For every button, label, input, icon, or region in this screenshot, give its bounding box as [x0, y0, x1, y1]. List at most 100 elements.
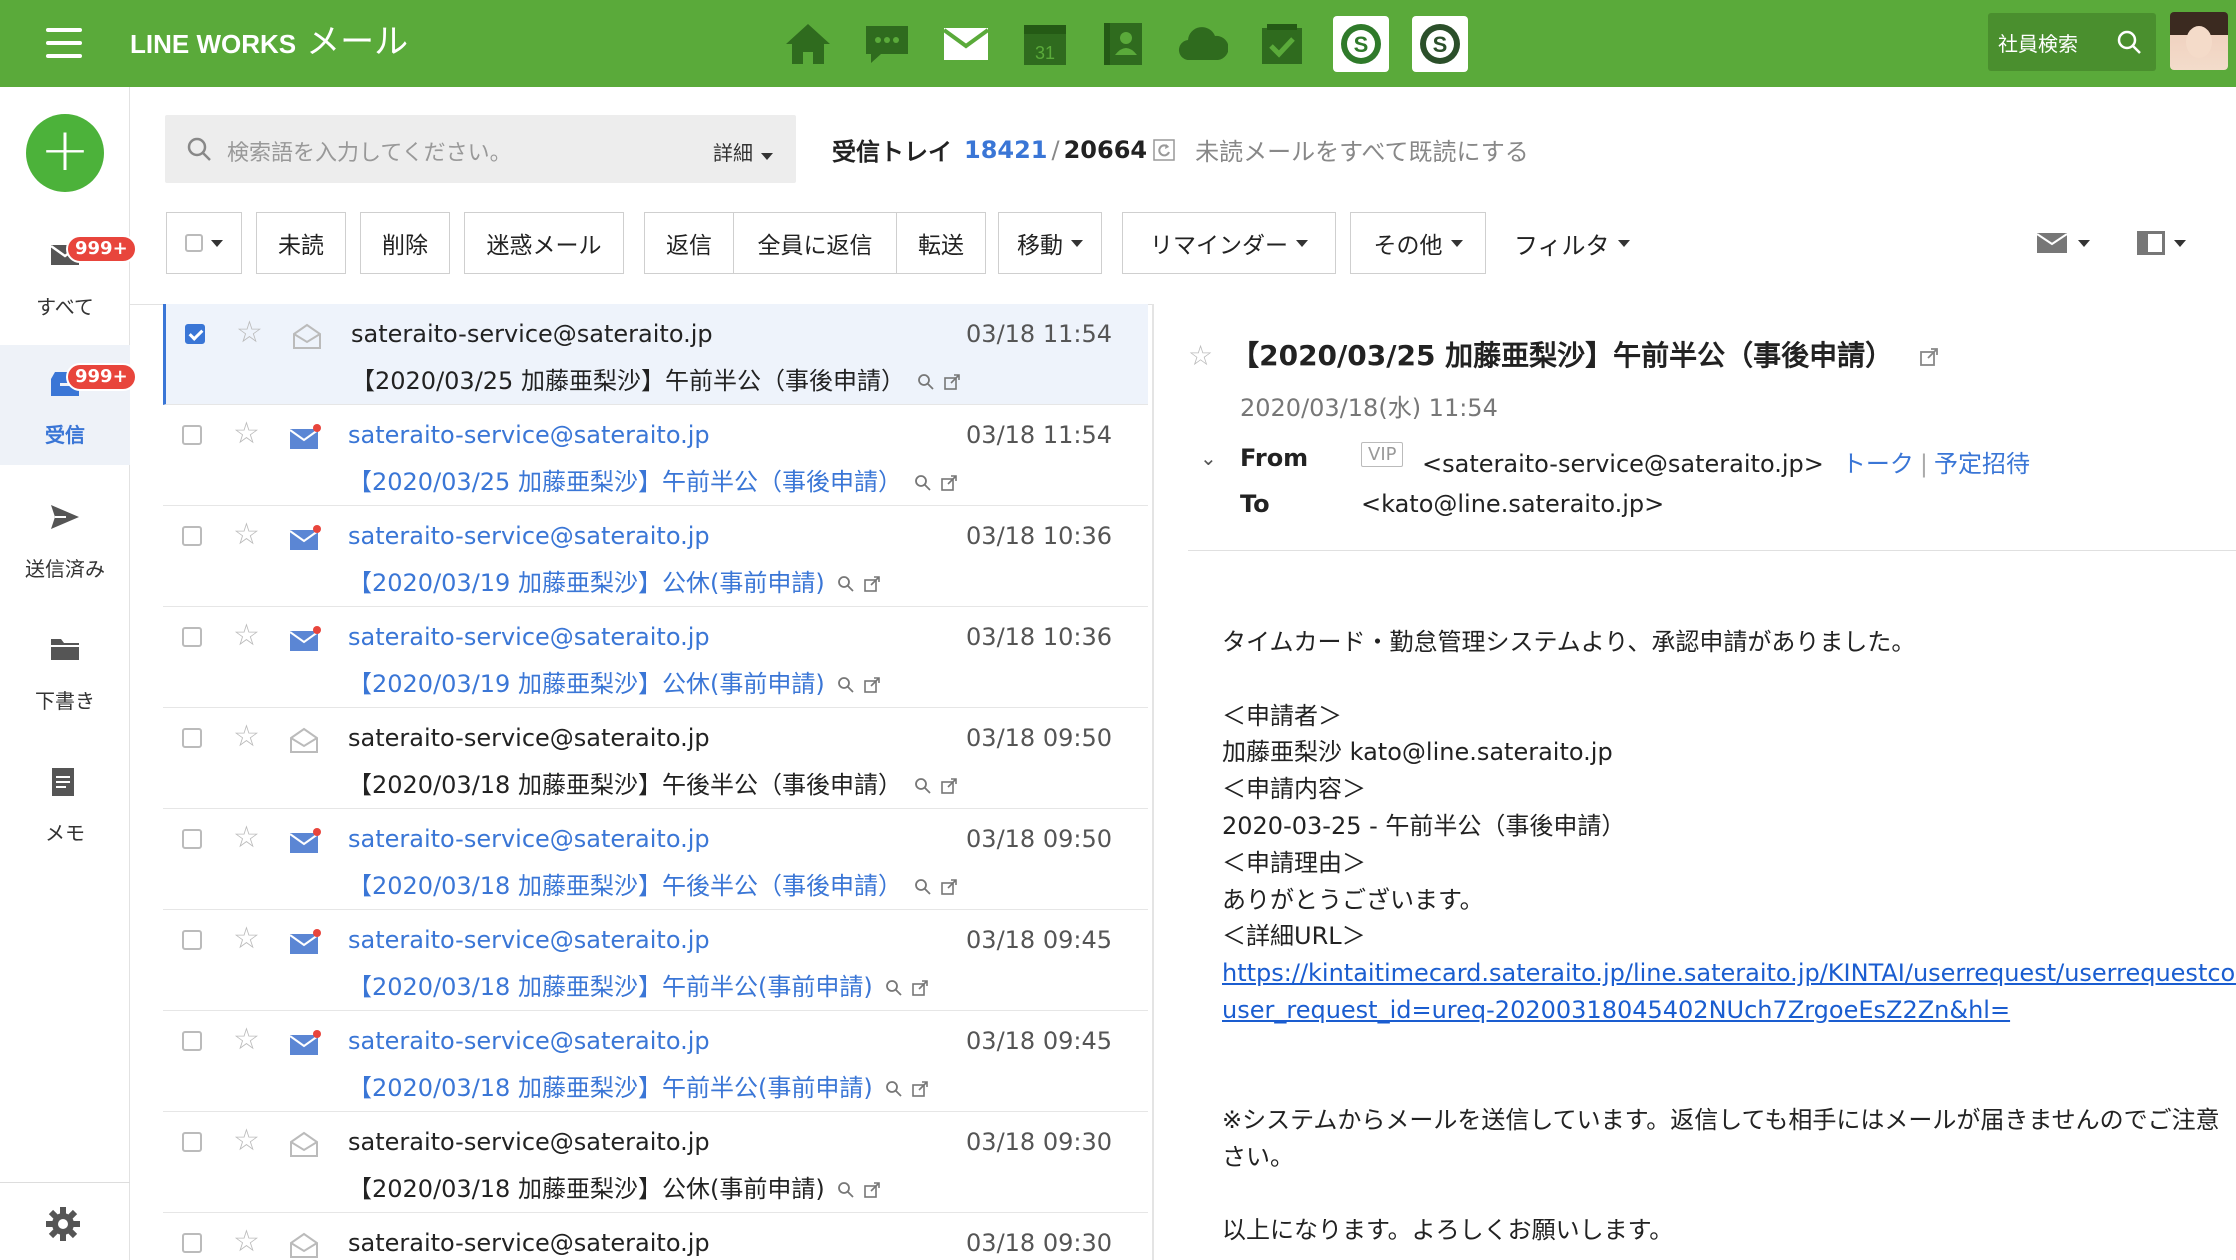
unread-count[interactable]: 18421: [964, 136, 1048, 164]
select-all-checkbox[interactable]: [185, 234, 203, 252]
preview-search-icon[interactable]: [917, 373, 935, 391]
row-checkbox[interactable]: [182, 1031, 202, 1051]
row-checkbox[interactable]: [185, 324, 205, 344]
home-icon[interactable]: [780, 16, 836, 72]
open-new-window-icon[interactable]: [943, 373, 961, 391]
table-row[interactable]: ☆ sateraito-service@sateraito.jp 03/18 09:…: [163, 1213, 1148, 1260]
calendar-icon[interactable]: 31: [1017, 16, 1073, 72]
table-row[interactable]: ☆ sateraito-service@sateraito.jp 03/18 09:…: [163, 809, 1148, 910]
open-new-window-icon[interactable]: [1919, 347, 1939, 367]
talk-link[interactable]: トーク: [1842, 450, 1914, 478]
layout-dropdown[interactable]: [2136, 212, 2186, 274]
reply-button[interactable]: 返信: [644, 212, 734, 274]
app-brand[interactable]: LINE WORKS メール: [130, 20, 408, 66]
table-row[interactable]: ☆ sateraito-service@sateraito.jp 03/18 09:…: [163, 1112, 1148, 1213]
preview-search-icon[interactable]: [914, 474, 932, 492]
table-row[interactable]: ☆ sateraito-service@sateraito.jp 03/18 09:…: [163, 1011, 1148, 1112]
row-checkbox[interactable]: [182, 627, 202, 647]
preview-search-icon[interactable]: [885, 1080, 903, 1098]
star-icon[interactable]: ☆: [233, 722, 260, 752]
task-icon[interactable]: [1254, 16, 1310, 72]
open-new-window-icon[interactable]: [863, 676, 881, 694]
schedule-invite-link[interactable]: 予定招待: [1934, 450, 2030, 478]
reminder-dropdown[interactable]: リマインダー: [1122, 212, 1336, 274]
star-icon[interactable]: ☆: [233, 1025, 260, 1055]
from-email[interactable]: <sateraito-service@sateraito.jp>: [1422, 450, 1824, 478]
preview-search-icon[interactable]: [914, 777, 932, 795]
sidebar-item-memo[interactable]: メモ: [0, 743, 130, 863]
preview-search-icon[interactable]: [837, 575, 855, 593]
to-address[interactable]: <kato@line.sateraito.jp>: [1361, 490, 1664, 518]
mark-unread-button[interactable]: 未読: [256, 212, 346, 274]
row-checkbox[interactable]: [182, 1233, 202, 1253]
sidebar-item-inbox[interactable]: 999+ 受信: [0, 345, 137, 465]
employee-search-button[interactable]: 社員検索: [1988, 13, 2156, 71]
sateraito-app-icon[interactable]: S: [1333, 16, 1389, 72]
table-row[interactable]: ☆ sateraito-service@sateraito.jp 03/18 09:…: [163, 910, 1148, 1011]
sidebar-item-drafts[interactable]: 下書き: [0, 611, 130, 731]
forward-button[interactable]: 転送: [896, 212, 986, 274]
star-icon[interactable]: ☆: [233, 1227, 260, 1257]
star-icon[interactable]: ☆: [1188, 339, 1213, 372]
filter-dropdown[interactable]: フィルタ: [1514, 212, 1630, 274]
preview-search-icon[interactable]: [837, 1181, 855, 1199]
row-checkbox[interactable]: [182, 1132, 202, 1152]
drive-icon[interactable]: [1175, 16, 1231, 72]
select-all-dropdown[interactable]: [166, 212, 242, 274]
vip-button[interactable]: VIP: [1361, 442, 1404, 467]
row-checkbox[interactable]: [182, 829, 202, 849]
spam-button[interactable]: 迷惑メール: [464, 212, 624, 274]
star-icon[interactable]: ☆: [233, 621, 260, 651]
row-checkbox[interactable]: [182, 728, 202, 748]
open-new-window-icon[interactable]: [911, 1080, 929, 1098]
table-row[interactable]: ☆ sateraito-service@sateraito.jp 03/18 10:…: [163, 607, 1148, 708]
reply-all-button[interactable]: 全員に返信: [733, 212, 897, 274]
pane-divider[interactable]: [1152, 304, 1154, 1260]
table-row[interactable]: ☆ sateraito-service@sateraito.jp 03/18 10:…: [163, 506, 1148, 607]
star-icon[interactable]: ☆: [236, 318, 263, 348]
avatar[interactable]: [2170, 12, 2228, 70]
search-placeholder: 検索語を入力してください。: [227, 141, 512, 166]
mail-icon[interactable]: [938, 16, 994, 72]
mark-all-read-link[interactable]: 未読メールをすべて既読にする: [1195, 132, 1529, 167]
chevron-down-icon[interactable]: ⌄: [1200, 446, 1217, 470]
search-detail-dropdown[interactable]: 詳細: [713, 137, 773, 166]
other-dropdown[interactable]: その他: [1350, 212, 1486, 274]
table-row[interactable]: ☆ sateraito-service@sateraito.jp 03/18 11:…: [163, 405, 1148, 506]
open-new-window-icon[interactable]: [940, 777, 958, 795]
open-new-window-icon[interactable]: [940, 474, 958, 492]
mail-search-box[interactable]: 検索語を入力してください。 詳細: [165, 115, 796, 183]
star-icon[interactable]: ☆: [233, 823, 260, 853]
detail-url-link-cont[interactable]: user_request_id=ureq-20200318045402NUch7…: [1222, 992, 2236, 1029]
row-checkbox[interactable]: [182, 930, 202, 950]
move-dropdown[interactable]: 移動: [998, 212, 1102, 274]
star-icon[interactable]: ☆: [233, 419, 260, 449]
preview-search-icon[interactable]: [914, 878, 932, 896]
chat-icon[interactable]: [859, 16, 915, 72]
hamburger-menu-icon[interactable]: [46, 28, 82, 58]
contacts-icon[interactable]: [1096, 16, 1152, 72]
row-checkbox[interactable]: [182, 425, 202, 445]
table-row[interactable]: ☆ sateraito-service@sateraito.jp 03/18 11:…: [163, 304, 1148, 405]
sidebar-item-sent[interactable]: 送信済み: [0, 479, 130, 599]
preview-search-icon[interactable]: [885, 979, 903, 997]
star-icon[interactable]: ☆: [233, 1126, 260, 1156]
open-new-window-icon[interactable]: [863, 575, 881, 593]
open-new-window-icon[interactable]: [911, 979, 929, 997]
open-new-window-icon[interactable]: [940, 878, 958, 896]
refresh-icon[interactable]: [1153, 138, 1175, 161]
mail-view-dropdown[interactable]: [2036, 212, 2090, 274]
sateraito-app-icon-2[interactable]: S: [1412, 16, 1468, 72]
detail-url-link[interactable]: https://kintaitimecard.sateraito.jp/line…: [1222, 955, 2236, 992]
star-icon[interactable]: ☆: [233, 520, 260, 550]
read-mail-icon: [290, 1232, 318, 1258]
preview-search-icon[interactable]: [837, 676, 855, 694]
star-icon[interactable]: ☆: [233, 924, 260, 954]
table-row[interactable]: ☆ sateraito-service@sateraito.jp 03/18 09:…: [163, 708, 1148, 809]
sidebar-item-all[interactable]: 999+ すべて: [0, 217, 137, 337]
delete-button[interactable]: 削除: [360, 212, 450, 274]
row-checkbox[interactable]: [182, 526, 202, 546]
open-new-window-icon[interactable]: [863, 1181, 881, 1199]
compose-button[interactable]: +: [26, 114, 104, 192]
gear-icon[interactable]: [44, 1205, 82, 1243]
